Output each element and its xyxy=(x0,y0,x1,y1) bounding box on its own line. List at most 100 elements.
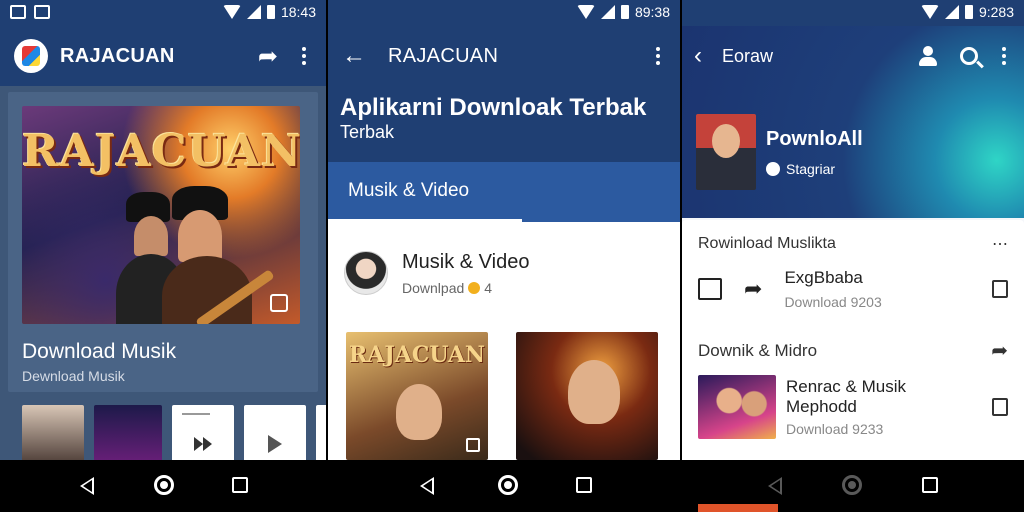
share-icon[interactable]: ➦ xyxy=(744,276,762,302)
list-item[interactable]: Renrac & Musik Mephodd Download 9233 xyxy=(698,375,1008,439)
tag-icon xyxy=(766,161,780,176)
thumbnail[interactable] xyxy=(94,405,162,460)
item-title: ExgBbaba xyxy=(784,268,863,287)
nav-recents-icon[interactable] xyxy=(922,477,938,493)
profile-header: ‹ Eoraw PownloAll Stagriar xyxy=(682,26,1024,218)
nav-back-icon[interactable] xyxy=(420,477,434,495)
profile-block: PownloAll Stagriar xyxy=(696,114,863,190)
user-icon[interactable] xyxy=(918,46,938,66)
item-title: Renrac & Musik xyxy=(786,377,906,396)
image-notification-icon xyxy=(10,5,26,19)
expand-icon[interactable] xyxy=(270,294,288,312)
avatar xyxy=(696,114,756,190)
signal-icon xyxy=(600,5,615,19)
app-logo-icon xyxy=(14,39,48,73)
nav-back-icon[interactable] xyxy=(80,477,94,495)
item-title-line2: Mephodd xyxy=(786,397,857,416)
thumbnail[interactable] xyxy=(22,405,84,460)
share-icon[interactable]: ➦ xyxy=(991,338,1008,363)
nav-recents-icon[interactable] xyxy=(576,477,592,493)
thumbnail[interactable] xyxy=(316,405,326,460)
app-toolbar: ‹ Eoraw xyxy=(682,26,1024,86)
list-item-title: Musik & Video xyxy=(402,250,530,273)
status-time: 9:283 xyxy=(978,4,1014,20)
tab-musik-video[interactable]: Musik & Video xyxy=(328,162,522,222)
tab-indicator xyxy=(328,219,522,222)
status-bar: 18:43 xyxy=(0,0,326,26)
back-arrow-icon[interactable]: ← xyxy=(342,42,366,70)
share-icon[interactable]: ➦ xyxy=(258,42,278,71)
nav-home-icon[interactable] xyxy=(498,475,518,495)
section-title: Rowinload Muslikta xyxy=(698,235,836,252)
list-item-subtitle: Downlpad 4 xyxy=(402,280,529,296)
status-bar: 9:283 xyxy=(682,0,1024,26)
peek-banner xyxy=(698,504,778,512)
thumbnail[interactable] xyxy=(172,405,234,460)
photo-notification-icon xyxy=(34,5,50,19)
profile-tag: Stagriar xyxy=(766,161,863,177)
status-time: 18:43 xyxy=(280,4,316,20)
fast-forward-icon xyxy=(194,437,212,451)
expand-icon[interactable] xyxy=(466,438,480,452)
featured-card[interactable]: RAJACUAN Download Musik Dewnload Musik xyxy=(8,92,318,392)
card-grid: RAJACUAN xyxy=(346,332,658,460)
content-card: Rowinload Muslikta ⋯ ➦ ExgBbaba Download… xyxy=(682,220,1024,460)
section-header: Rowinload Muslikta ⋯ xyxy=(698,234,1008,254)
featured-logo-text: RAJACUAN xyxy=(22,126,300,177)
coin-icon xyxy=(468,281,481,294)
battery-icon xyxy=(964,5,973,19)
avatar xyxy=(344,251,388,295)
nav-back-icon[interactable] xyxy=(768,477,782,495)
media-card[interactable]: RAJACUAN xyxy=(346,332,488,460)
thumbnail[interactable] xyxy=(244,405,306,460)
status-time: 89:38 xyxy=(634,4,670,20)
featured-subtitle: Dewnload Musik xyxy=(22,368,125,384)
list-item[interactable]: ➦ ExgBbaba Download 9203 xyxy=(698,268,1008,310)
featured-image: RAJACUAN xyxy=(22,106,300,324)
screen-2: 89:38 ← RAJACUAN Aplikarni Downloak Terb… xyxy=(328,0,680,460)
search-icon[interactable] xyxy=(960,47,978,65)
media-card[interactable] xyxy=(516,332,658,460)
app-toolbar: ← RAJACUAN xyxy=(328,26,680,86)
profile-name: PownloAll xyxy=(766,127,863,150)
item-thumbnail xyxy=(698,375,776,439)
signal-icon xyxy=(944,5,959,19)
system-nav-bar xyxy=(0,460,1024,512)
headline-banner: Aplikarni Downloak Terbak Terbak xyxy=(328,86,680,162)
more-vert-icon[interactable] xyxy=(650,47,666,65)
screen-1: 18:43 RAJACUAN ➦ RAJACUAN Download Musik… xyxy=(0,0,326,460)
more-horiz-icon[interactable]: ⋯ xyxy=(992,234,1008,254)
person-graphic xyxy=(568,360,620,424)
download-box-icon[interactable] xyxy=(698,278,722,300)
nav-recents-icon[interactable] xyxy=(232,477,248,493)
list-item[interactable]: Musik & Video Downlpad 4 xyxy=(344,240,664,306)
card-logo-text: RAJACUAN xyxy=(348,342,486,368)
item-subtitle: Download 9203 xyxy=(784,294,882,310)
tab-bar: Musik & Video xyxy=(328,162,680,222)
nav-home-icon[interactable] xyxy=(154,475,174,495)
wifi-icon xyxy=(920,5,939,19)
badge-count: 4 xyxy=(484,279,493,296)
bookmark-icon[interactable] xyxy=(992,280,1008,298)
battery-icon xyxy=(620,5,629,19)
screen-3: 9:283 ‹ Eoraw PownloAll Stagriar Rowinlo… xyxy=(682,0,1024,460)
status-bar: 89:38 xyxy=(328,0,680,26)
person-graphic xyxy=(396,384,442,440)
app-toolbar: RAJACUAN ➦ xyxy=(0,26,326,86)
wifi-icon xyxy=(576,5,595,19)
more-vert-icon[interactable] xyxy=(996,47,1012,65)
app-title: RAJACUAN xyxy=(388,44,499,67)
page-title: Eoraw xyxy=(722,45,774,66)
item-subtitle: Download 9233 xyxy=(786,421,884,437)
thumbnail-row xyxy=(22,405,326,460)
download-label: Downlpad xyxy=(402,279,465,296)
battery-icon xyxy=(266,5,275,19)
more-vert-icon[interactable] xyxy=(296,47,312,65)
bookmark-icon[interactable] xyxy=(992,398,1008,416)
signal-icon xyxy=(246,5,261,19)
featured-title: Download Musik xyxy=(22,340,177,363)
play-icon xyxy=(268,435,282,453)
section-title: Downik & Midro xyxy=(698,340,818,360)
back-chevron-icon[interactable]: ‹ xyxy=(694,42,702,70)
nav-home-icon[interactable] xyxy=(842,475,862,495)
